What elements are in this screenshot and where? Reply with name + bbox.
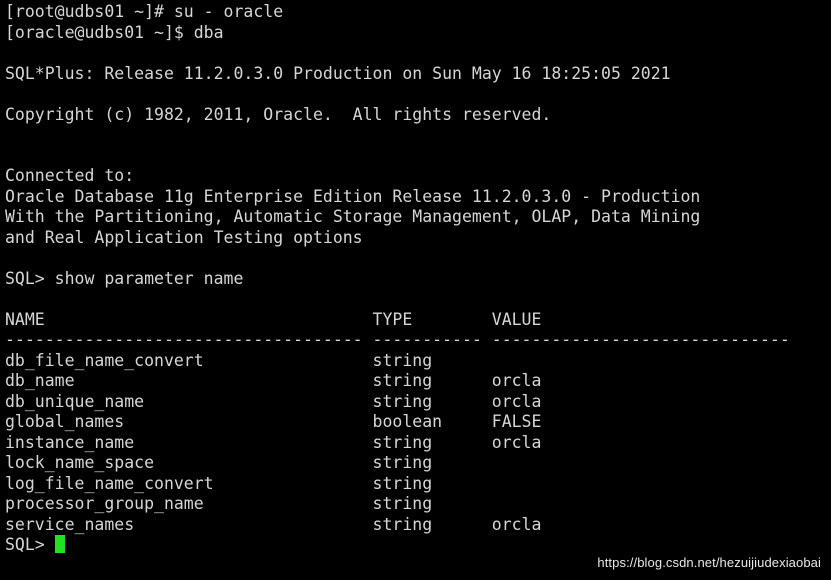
command-line[interactable]: SQL>	[5, 535, 831, 556]
terminal-output: [root@udbs01 ~]# su - oracle [oracle@udb…	[5, 2, 831, 535]
terminal-line: SQL> show parameter name	[5, 268, 244, 288]
terminal-line: Copyright (c) 1982, 2011, Oracle. All ri…	[5, 104, 552, 124]
table-row: log_file_name_convert string	[5, 473, 433, 493]
terminal-line: With the Partitioning, Automatic Storage…	[5, 207, 701, 226]
table-separator: ------------------------------------ ---…	[5, 330, 790, 349]
terminal-line: [oracle@udbs01 ~]$ dba	[5, 22, 224, 42]
table-row: db_file_name_convert string	[5, 350, 433, 370]
text-cursor	[54, 535, 65, 553]
terminal-line: SQL*Plus: Release 11.2.0.3.0 Production …	[5, 63, 671, 83]
table-row: db_name string orcla	[5, 371, 542, 390]
terminal-window[interactable]: [root@udbs01 ~]# su - oracle [oracle@udb…	[0, 0, 831, 580]
table-row: global_names boolean FALSE	[5, 412, 542, 431]
table-row: lock_name_space string	[5, 453, 433, 472]
table-header: NAME TYPE VALUE	[5, 309, 542, 329]
sql-prompt: SQL>	[5, 535, 55, 554]
table-row: instance_name string orcla	[5, 432, 542, 452]
terminal-line: [root@udbs01 ~]# su - oracle	[5, 2, 284, 21]
table-row: processor_group_name string	[5, 494, 433, 513]
watermark: https://blog.csdn.net/hezuijiudexiaobai	[597, 555, 821, 570]
table-row: service_names string orcla	[5, 514, 542, 534]
terminal-line: Oracle Database 11g Enterprise Edition R…	[5, 186, 701, 206]
terminal-line: Connected to:	[5, 166, 135, 185]
terminal-line: and Real Application Testing options	[5, 227, 363, 247]
table-row: db_unique_name string orcla	[5, 391, 542, 411]
